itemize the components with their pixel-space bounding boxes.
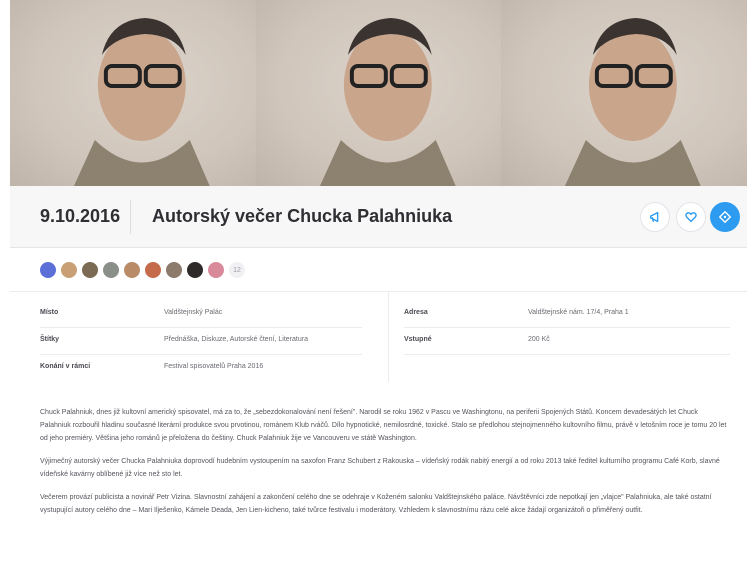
event-title: Autorský večer Chucka Palahniuka [152, 206, 453, 226]
info-row-place: Místo Valdštejnský Palác [40, 301, 362, 328]
author-photo [255, 0, 502, 186]
share-button[interactable] [640, 202, 670, 232]
avatar[interactable] [208, 262, 224, 278]
info-row-festival: Konání v rámci Festival spisovatelů Prah… [40, 355, 362, 382]
ticket-button[interactable] [710, 202, 740, 232]
event-header: 9.10.2016 Autorský večer Chucka Palahniu… [10, 186, 747, 248]
attendee-list[interactable]: 12 [40, 258, 245, 282]
event-description: Chuck Palahniuk, dnes již kultovní ameri… [40, 406, 730, 527]
info-value[interactable]: Valdštejnský Palác [164, 309, 222, 316]
info-row-price: Vstupné 200 Kč [404, 328, 730, 355]
info-label: Adresa [404, 309, 428, 316]
megaphone-icon [649, 211, 659, 223]
description-paragraph: Výjimečný autorský večer Chucka Palahniu… [40, 458, 720, 478]
info-value: Valdštejnské nám. 17/4, Praha 1 [528, 309, 629, 316]
info-row-tags: Štítky Přednáška, Diskuze, Autorské čten… [40, 328, 362, 355]
avatar[interactable] [61, 262, 77, 278]
heart-icon [685, 212, 697, 223]
info-column-right: Adresa Valdštejnské nám. 17/4, Praha 1 V… [404, 301, 730, 382]
author-photo [10, 0, 256, 186]
info-value: 200 Kč [528, 336, 550, 343]
description-paragraph: Chuck Palahniuk, dnes již kultovní ameri… [40, 409, 727, 442]
divider [130, 200, 131, 234]
description-paragraph: Večerem provází publicista a novinář Pet… [40, 494, 712, 514]
info-label: Konání v rámci [40, 363, 91, 370]
avatar[interactable] [124, 262, 140, 278]
info-label: Vstupné [404, 336, 432, 343]
info-label: Místo [40, 309, 59, 316]
avatar[interactable] [40, 262, 56, 278]
divider [388, 292, 389, 382]
info-value[interactable]: Přednáška, Diskuze, Autorské čtení, Lite… [164, 336, 308, 343]
info-label: Štítky [40, 336, 60, 343]
more-attendees-count[interactable]: 12 [229, 262, 245, 278]
avatar[interactable] [187, 262, 203, 278]
avatar[interactable] [103, 262, 119, 278]
hero-image [10, 0, 747, 186]
ticket-icon [719, 211, 731, 223]
favorite-button[interactable] [676, 202, 706, 232]
avatar[interactable] [145, 262, 161, 278]
info-column-left: Místo Valdštejnský Palác Štítky Přednášk… [40, 301, 362, 382]
info-value[interactable]: Festival spisovatelů Praha 2016 [164, 363, 263, 370]
avatar[interactable] [166, 262, 182, 278]
info-row-empty [404, 355, 730, 382]
avatar[interactable] [82, 262, 98, 278]
info-row-address: Adresa Valdštejnské nám. 17/4, Praha 1 [404, 301, 730, 328]
author-photo [501, 0, 747, 186]
event-date: 9.10.2016 [40, 206, 121, 226]
divider [10, 291, 747, 292]
